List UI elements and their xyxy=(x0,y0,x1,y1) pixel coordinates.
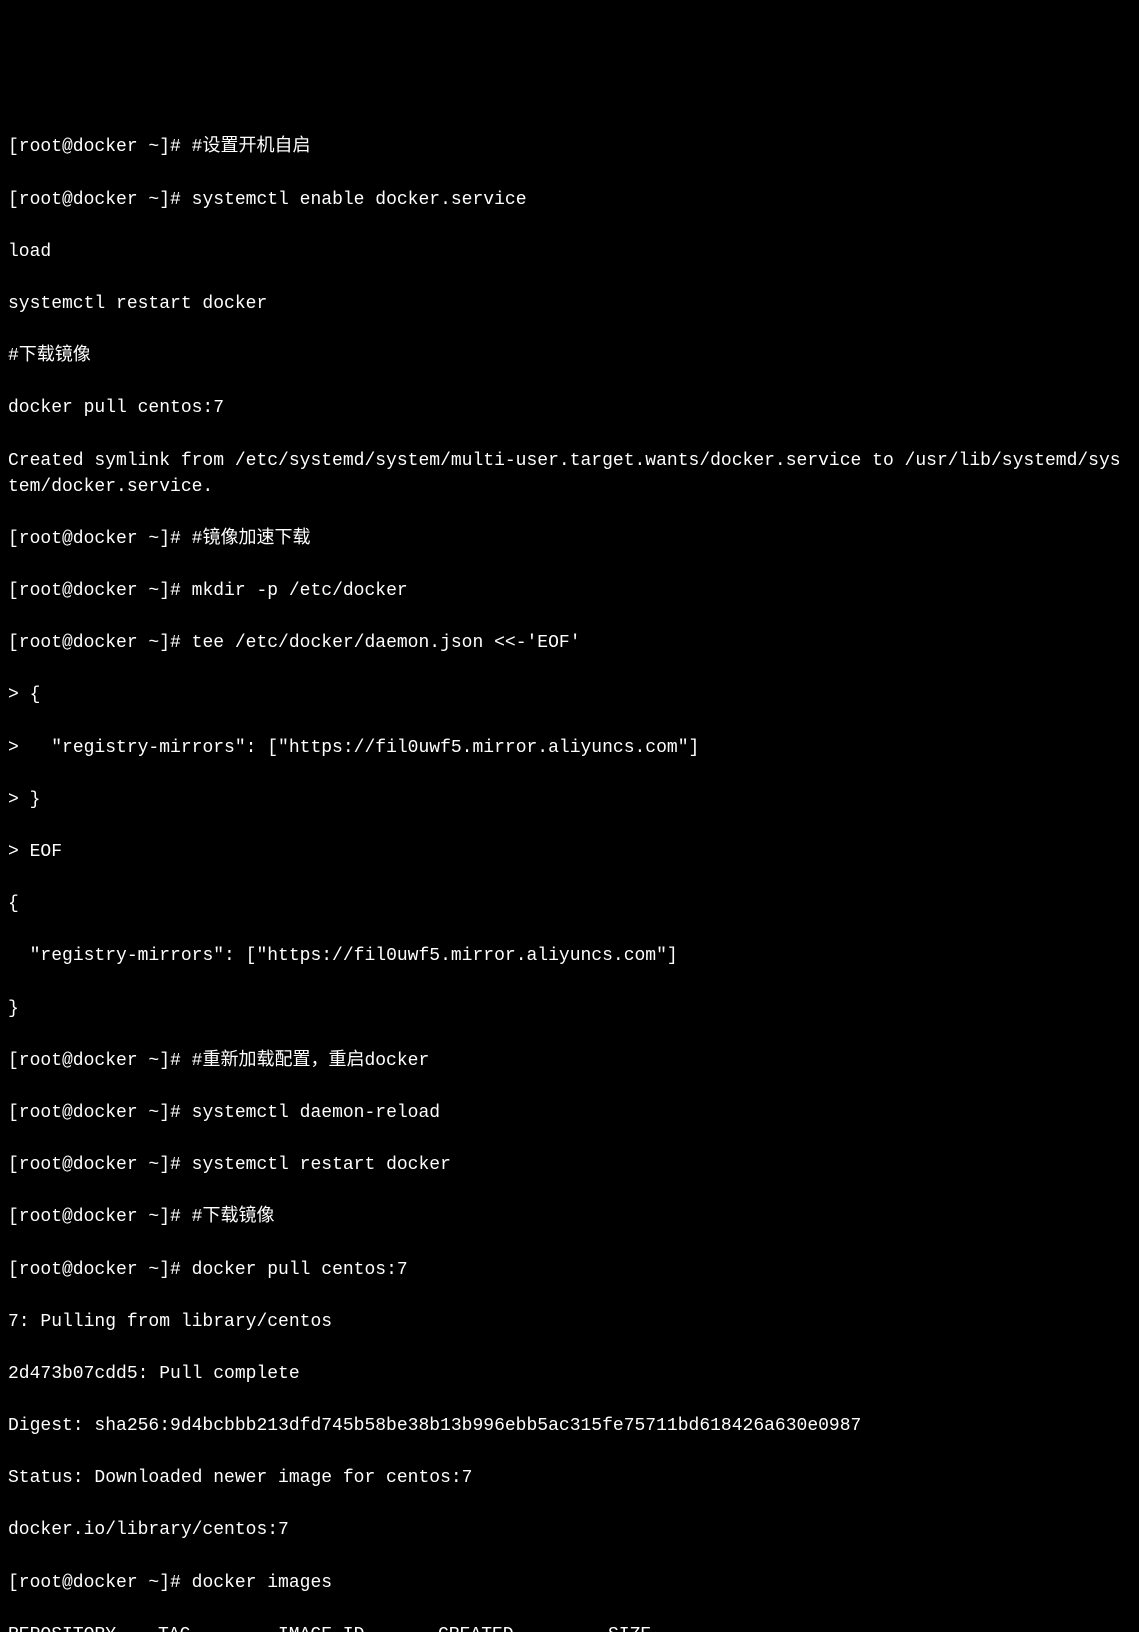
command-text: #重新加载配置，重启docker xyxy=(192,1051,430,1071)
command-text: systemctl daemon-reload xyxy=(192,1103,440,1123)
terminal-line: { xyxy=(8,891,1131,917)
terminal-line: > { xyxy=(8,682,1131,708)
output-text: 2d473b07cdd5: Pull complete xyxy=(8,1364,300,1384)
terminal-line: [root@docker ~]# #设置开机自启 xyxy=(8,134,1131,160)
terminal-line: [root@docker ~]# systemctl daemon-reload xyxy=(8,1100,1131,1126)
header-repository: REPOSITORY xyxy=(8,1622,158,1632)
terminal-line: [root@docker ~]# #重新加载配置，重启docker xyxy=(8,1048,1131,1074)
header-size: SIZE xyxy=(608,1622,1131,1632)
shell-prompt: [root@docker ~]# xyxy=(8,1207,192,1227)
shell-prompt: [root@docker ~]# xyxy=(8,581,192,601)
terminal-line: 2d473b07cdd5: Pull complete xyxy=(8,1361,1131,1387)
terminal-line: "registry-mirrors": ["https://fil0uwf5.m… xyxy=(8,943,1131,969)
output-text: Created symlink from /etc/systemd/system… xyxy=(8,451,1121,497)
command-text: mkdir -p /etc/docker xyxy=(192,581,408,601)
command-text: #下载镜像 xyxy=(192,1207,275,1227)
terminal-line: systemctl restart docker xyxy=(8,291,1131,317)
terminal-line: [root@docker ~]# mkdir -p /etc/docker xyxy=(8,578,1131,604)
shell-prompt: [root@docker ~]# xyxy=(8,190,192,210)
command-text: #设置开机自启 xyxy=(192,137,311,157)
heredoc-text: } xyxy=(30,790,41,810)
header-imageid: IMAGE ID xyxy=(278,1622,438,1632)
terminal-line: load xyxy=(8,239,1131,265)
terminal-line: > EOF xyxy=(8,839,1131,865)
terminal-line: [root@docker ~]# systemctl restart docke… xyxy=(8,1152,1131,1178)
terminal-line: Digest: sha256:9d4bcbbb213dfd745b58be38b… xyxy=(8,1413,1131,1439)
output-text: Digest: sha256:9d4bcbbb213dfd745b58be38b… xyxy=(8,1416,861,1436)
shell-prompt: [root@docker ~]# xyxy=(8,1051,192,1071)
heredoc-prompt: > xyxy=(8,790,30,810)
output-text: 7: Pulling from library/centos xyxy=(8,1312,332,1332)
header-tag: TAG xyxy=(158,1622,278,1632)
command-text: tee /etc/docker/daemon.json <<-'EOF' xyxy=(192,633,581,653)
output-text: } xyxy=(8,999,19,1019)
shell-prompt: [root@docker ~]# xyxy=(8,1573,192,1593)
command-text: #镜像加速下载 xyxy=(192,529,311,549)
terminal-window[interactable]: [root@docker ~]# #设置开机自启 [root@docker ~]… xyxy=(8,108,1131,1632)
output-text: docker.io/library/centos:7 xyxy=(8,1520,289,1540)
shell-prompt: [root@docker ~]# xyxy=(8,529,192,549)
terminal-line: } xyxy=(8,996,1131,1022)
terminal-line: [root@docker ~]# docker images xyxy=(8,1570,1131,1596)
command-text: systemctl restart docker xyxy=(192,1155,451,1175)
header-created: CREATED xyxy=(438,1622,608,1632)
heredoc-prompt: > xyxy=(8,685,30,705)
terminal-line: > "registry-mirrors": ["https://fil0uwf5… xyxy=(8,735,1131,761)
terminal-line: docker.io/library/centos:7 xyxy=(8,1517,1131,1543)
terminal-line: [root@docker ~]# docker pull centos:7 xyxy=(8,1257,1131,1283)
docker-images-header: REPOSITORYTAGIMAGE IDCREATEDSIZE xyxy=(8,1622,1131,1632)
output-text: "registry-mirrors": ["https://fil0uwf5.m… xyxy=(8,946,678,966)
terminal-line: > } xyxy=(8,787,1131,813)
command-text: docker pull centos:7 xyxy=(192,1260,408,1280)
output-text: load xyxy=(8,242,51,262)
heredoc-text: EOF xyxy=(30,842,62,862)
terminal-line: [root@docker ~]# tee /etc/docker/daemon.… xyxy=(8,630,1131,656)
terminal-line: Status: Downloaded newer image for cento… xyxy=(8,1465,1131,1491)
terminal-line: docker pull centos:7 xyxy=(8,395,1131,421)
terminal-line: #下载镜像 xyxy=(8,343,1131,369)
terminal-line: [root@docker ~]# systemctl enable docker… xyxy=(8,187,1131,213)
command-text: systemctl enable docker.service xyxy=(192,190,527,210)
terminal-line: Created symlink from /etc/systemd/system… xyxy=(8,448,1131,500)
command-text: docker images xyxy=(192,1573,332,1593)
shell-prompt: [root@docker ~]# xyxy=(8,1103,192,1123)
shell-prompt: [root@docker ~]# xyxy=(8,1260,192,1280)
output-text: docker pull centos:7 xyxy=(8,398,224,418)
terminal-line: 7: Pulling from library/centos xyxy=(8,1309,1131,1335)
output-text: systemctl restart docker xyxy=(8,294,267,314)
shell-prompt: [root@docker ~]# xyxy=(8,1155,192,1175)
output-text: #下载镜像 xyxy=(8,346,91,366)
heredoc-text: { xyxy=(30,685,41,705)
terminal-line: [root@docker ~]# #镜像加速下载 xyxy=(8,526,1131,552)
shell-prompt: [root@docker ~]# xyxy=(8,633,192,653)
heredoc-prompt: > xyxy=(8,738,30,758)
heredoc-text: "registry-mirrors": ["https://fil0uwf5.m… xyxy=(30,738,700,758)
output-text: Status: Downloaded newer image for cento… xyxy=(8,1468,472,1488)
shell-prompt: [root@docker ~]# xyxy=(8,137,192,157)
heredoc-prompt: > xyxy=(8,842,30,862)
output-text: { xyxy=(8,894,19,914)
terminal-line: [root@docker ~]# #下载镜像 xyxy=(8,1204,1131,1230)
